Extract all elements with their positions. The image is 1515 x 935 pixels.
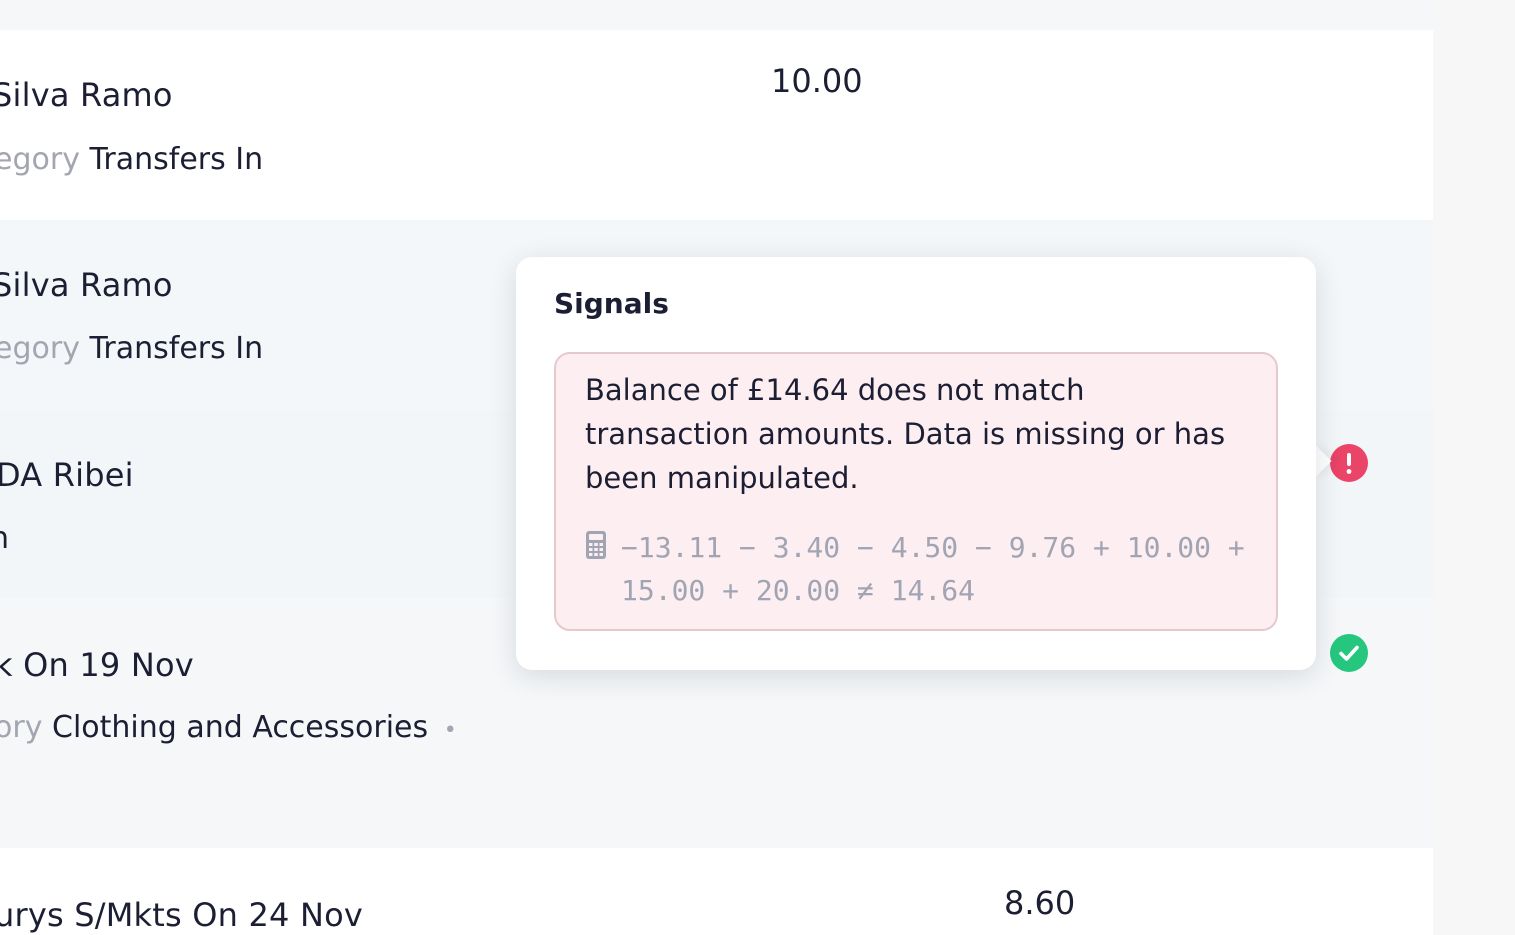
- category-label: egory: [0, 142, 80, 177]
- category-value: Clothing and Accessories: [52, 710, 429, 745]
- exclamation-icon[interactable]: [1330, 444, 1368, 482]
- calculator-icon: [586, 531, 606, 559]
- popover-title: Signals: [554, 287, 669, 320]
- signal-card: Balance of £14.64 does not match transac…: [554, 352, 1278, 631]
- transaction-category: egory Transfers In: [0, 331, 263, 366]
- category-label: ory: [0, 710, 43, 745]
- transaction-amount: 8.60: [1004, 884, 1076, 922]
- category-value: Transfers In: [89, 142, 264, 177]
- formula-text: −13.11 − 3.40 − 4.50 − 9.76 + 10.00 + 15…: [621, 531, 1245, 607]
- category-value: n: [0, 521, 9, 556]
- checkmark-icon[interactable]: [1330, 634, 1368, 672]
- transaction-name: Silva Ramo: [0, 76, 173, 114]
- signal-message: Balance of £14.64 does not match transac…: [585, 373, 1226, 495]
- transaction-category: egory Transfers In: [0, 142, 263, 177]
- category-value: Transfers In: [89, 331, 264, 366]
- table-row[interactable]: urys S/Mkts On 24 Nov 8.60: [0, 848, 1433, 935]
- transaction-category: n: [0, 521, 9, 556]
- table-row[interactable]: Silva Ramo egory Transfers In 10.00: [0, 30, 1433, 220]
- transaction-name: k On 19 Nov: [0, 646, 194, 684]
- transaction-name: urys S/Mkts On 24 Nov: [0, 896, 364, 934]
- right-gutter: [1433, 0, 1515, 935]
- transaction-name: DA Ribei: [0, 456, 134, 494]
- transaction-name: Silva Ramo: [0, 266, 173, 304]
- signals-popover: Signals Balance of £14.64 does not match…: [516, 257, 1316, 670]
- separator-dot: •: [443, 718, 457, 743]
- transaction-amount: 10.00: [771, 62, 863, 100]
- transaction-category: ory Clothing and Accessories •: [0, 710, 457, 745]
- category-label: egory: [0, 331, 80, 366]
